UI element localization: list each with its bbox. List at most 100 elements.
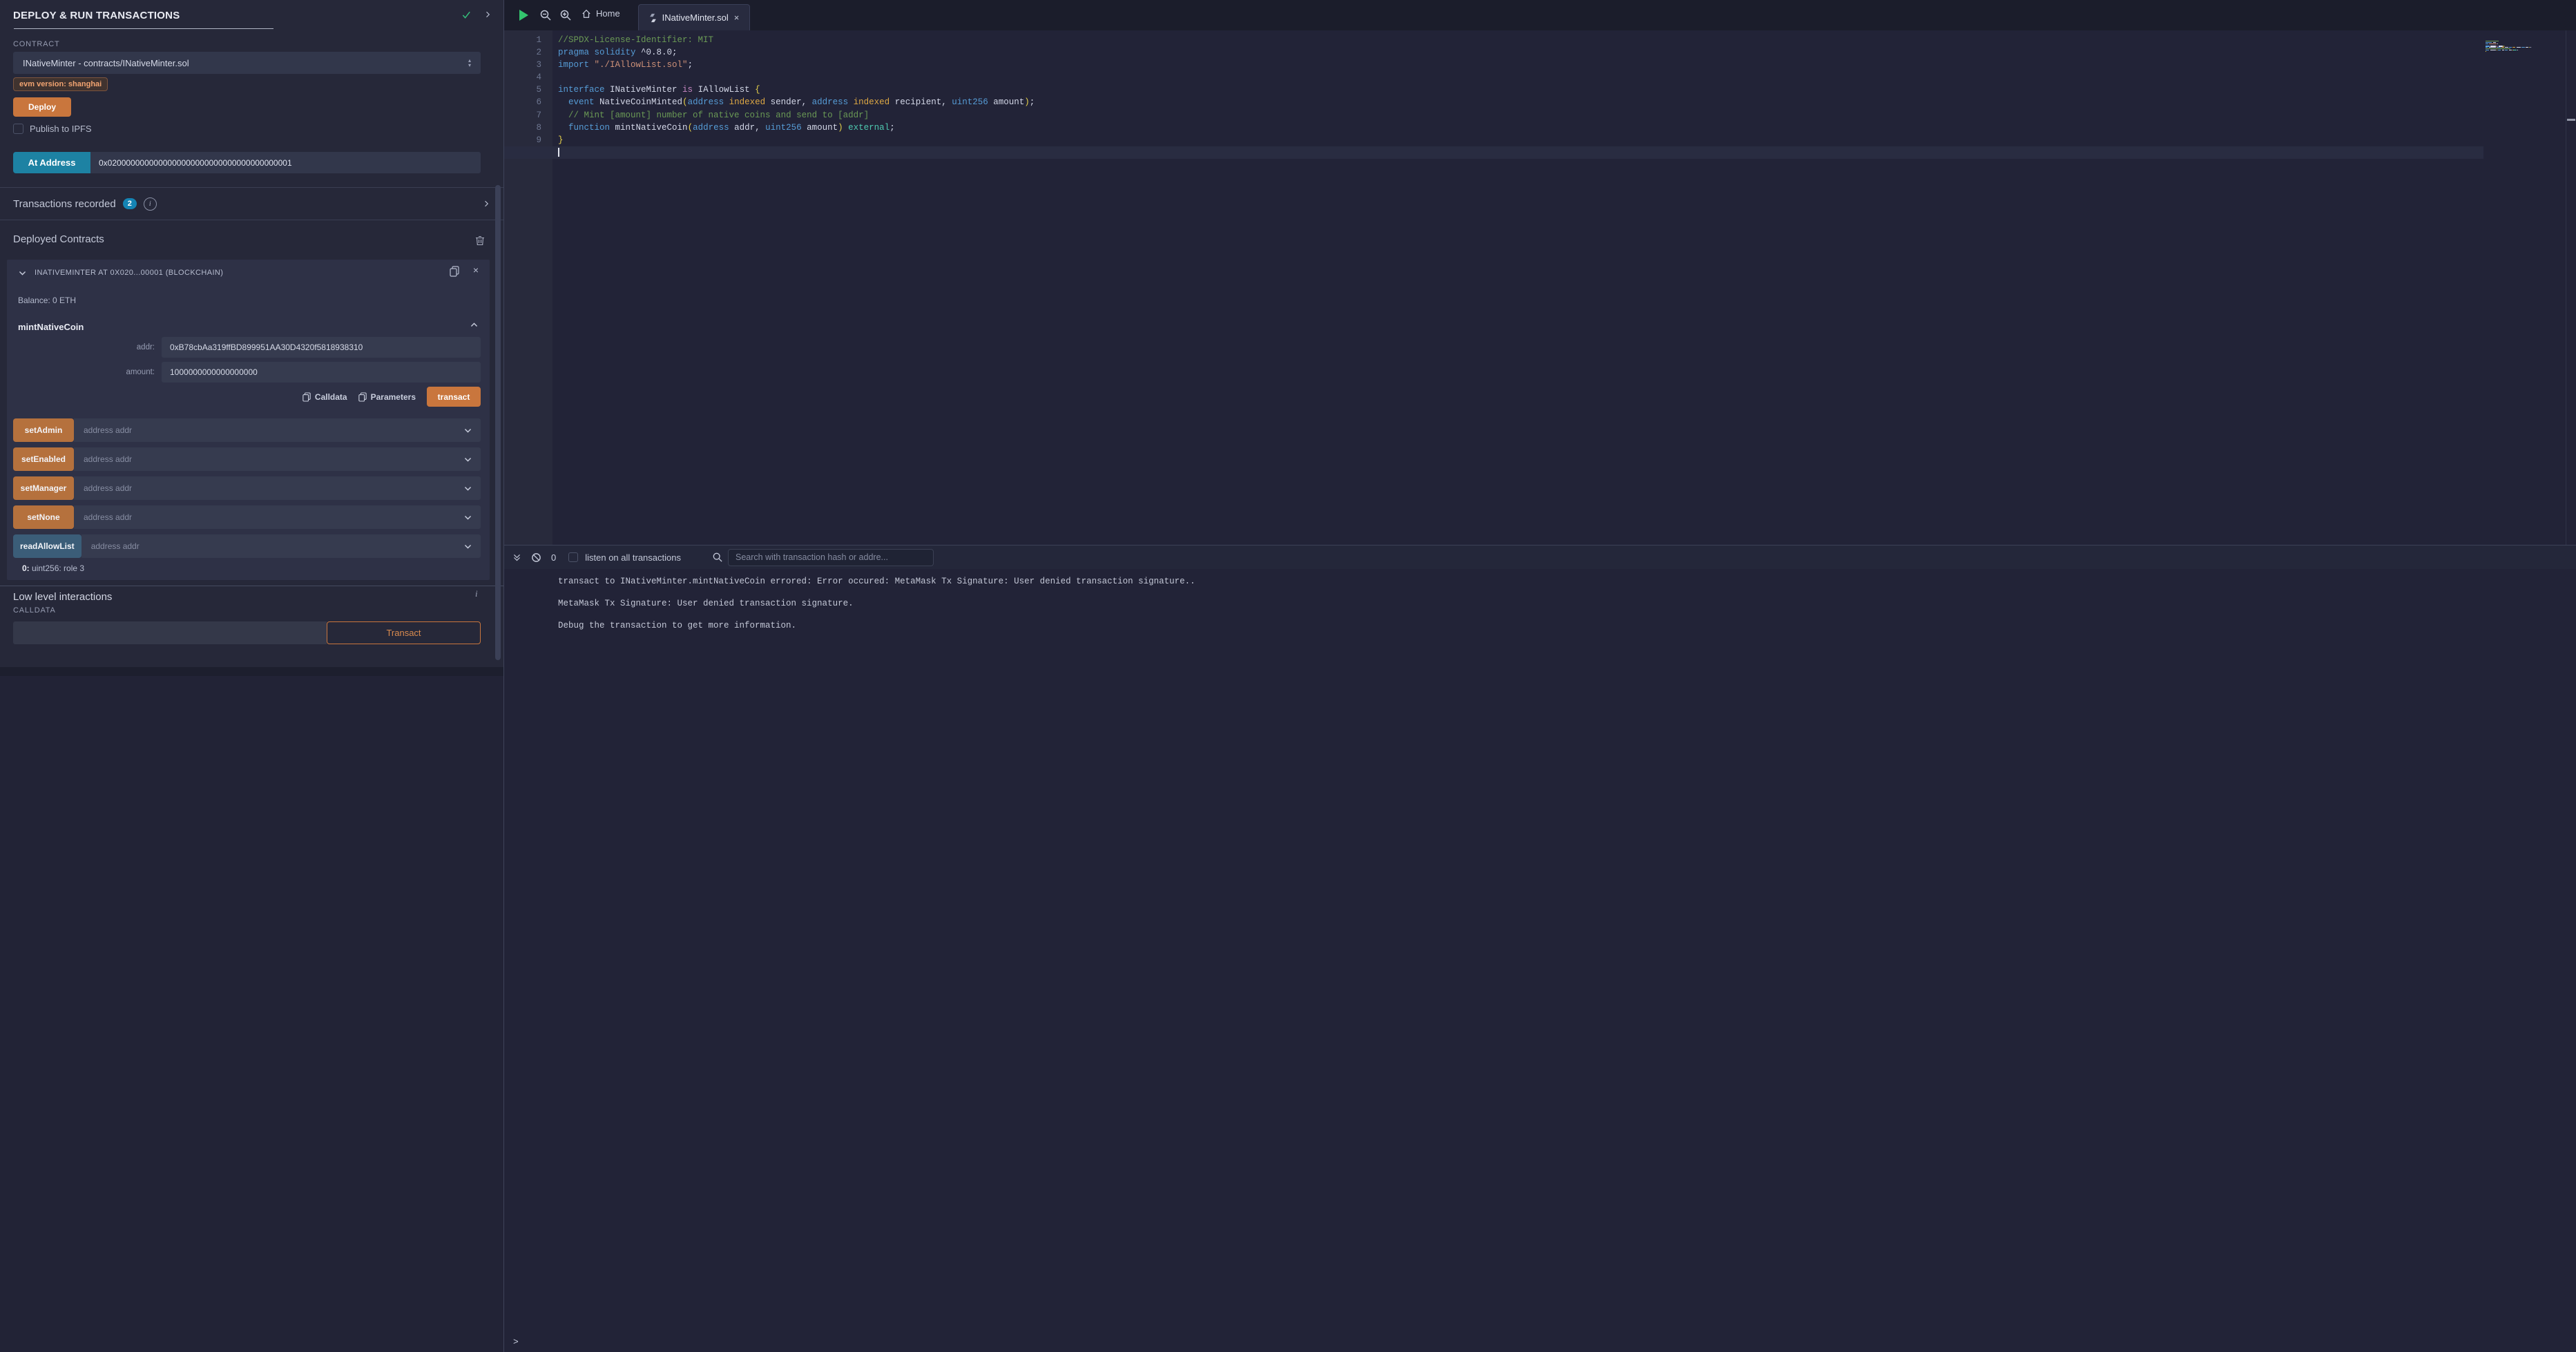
chevron-down-icon[interactable]	[463, 455, 472, 464]
transactions-recorded-section: Transactions recorded 2 i	[0, 187, 503, 220]
code-line-1: //SPDX-License-Identifier: MIT	[504, 34, 2483, 46]
panel-scrollbar[interactable]	[495, 185, 501, 660]
instance-balance: Balance: 0 ETH	[18, 296, 76, 305]
readAllowList-button[interactable]: readAllowList	[13, 534, 81, 558]
transactions-expand-chevron-icon[interactable]	[482, 200, 490, 208]
parameters-copy-button[interactable]: Parameters	[358, 392, 416, 402]
instance-collapse-chevron-icon[interactable]	[18, 269, 27, 278]
deploy-button[interactable]: Deploy	[13, 97, 71, 117]
function-row-setAdmin: setAdmin address addr	[13, 418, 481, 442]
copy-icon[interactable]	[450, 266, 459, 277]
transactions-count-badge: 2	[123, 198, 137, 209]
editor-region: Home INativeMinter.sol × 12345678910 //S…	[503, 0, 2576, 1352]
at-address-button[interactable]: At Address	[13, 152, 90, 173]
low-level-transact-button[interactable]: Transact	[327, 621, 481, 644]
trash-icon[interactable]	[475, 235, 485, 246]
collapse-terminal-icon[interactable]	[512, 553, 521, 562]
search-icon	[713, 552, 722, 562]
editor-topbar: Home INativeMinter.sol ×	[504, 0, 2576, 30]
evm-version-badge: evm version: shanghai	[13, 77, 108, 91]
publish-ipfs-checkbox[interactable]	[13, 124, 23, 134]
select-arrows-icon: ▴▾	[468, 58, 471, 68]
code-lines: //SPDX-License-Identifier: MITpragma sol…	[504, 30, 2483, 159]
setAdmin-args-input[interactable]: address addr	[74, 418, 481, 442]
code-line-6: event NativeCoinMinted(address indexed s…	[504, 96, 2483, 108]
clear-console-icon[interactable]	[531, 552, 541, 563]
args-placeholder: address addr	[84, 454, 132, 464]
zoom-in-icon[interactable]	[560, 10, 571, 21]
terminal-line: Debug the transaction to get more inform…	[558, 621, 2562, 631]
param-input-amount[interactable]	[162, 362, 481, 383]
setEnabled-args-input[interactable]: address addr	[74, 447, 481, 471]
low-level-title: Low level interactions	[13, 591, 112, 603]
instance-title: INATIVEMINTER AT 0X020...00001 (BLOCKCHA…	[35, 269, 223, 277]
param-input-addr[interactable]	[162, 337, 481, 358]
code-line-9: }	[504, 134, 2483, 146]
code-editor[interactable]: 12345678910 //SPDX-License-Identifier: M…	[504, 30, 2576, 545]
at-address-input[interactable]	[90, 152, 481, 173]
setManager-args-input[interactable]: address addr	[74, 476, 481, 500]
terminal-header: 0 listen on all transactions	[504, 545, 2576, 569]
terminal-line: transact to INativeMinter.mintNativeCoin…	[558, 577, 2562, 587]
deploy-run-panel: DEPLOY & RUN TRANSACTIONS CONTRACT INati…	[0, 0, 503, 676]
function-output: 0: uint256: role 3	[22, 563, 84, 573]
args-placeholder: address addr	[84, 425, 132, 435]
listen-all-label: listen on all transactions	[585, 552, 681, 563]
chevron-down-icon[interactable]	[463, 513, 472, 522]
deployed-contracts-title: Deployed Contracts	[13, 233, 104, 245]
tab-close-icon[interactable]: ×	[734, 12, 740, 23]
code-line-8: function mintNativeCoin(address addr, ui…	[504, 122, 2483, 134]
function-collapse-chevron-icon[interactable]	[470, 320, 479, 329]
info-icon: i	[144, 197, 157, 211]
title-underline	[14, 28, 273, 29]
setNone-button[interactable]: setNone	[13, 505, 74, 529]
run-script-icon[interactable]	[519, 10, 528, 21]
code-line-3: import "./IAllowList.sol";	[504, 59, 2483, 71]
chevron-down-icon[interactable]	[463, 542, 472, 551]
tab-file-label: INativeMinter.sol	[662, 12, 729, 23]
zoom-out-icon[interactable]	[540, 10, 551, 21]
function-row-readAllowList: readAllowListaddress addr	[13, 534, 481, 558]
check-icon	[461, 10, 472, 20]
tab-file[interactable]: INativeMinter.sol ×	[638, 4, 750, 30]
panel-expand-chevron-icon[interactable]	[483, 10, 492, 19]
instance-close-icon[interactable]: ×	[473, 264, 479, 276]
code-line-5: interface INativeMinter is IAllowList {	[504, 84, 2483, 96]
minimap[interactable]	[2485, 32, 2565, 46]
args-placeholder: address addr	[84, 483, 132, 493]
chevron-down-icon[interactable]	[463, 484, 472, 493]
readAllowList-args-input[interactable]: address addr	[81, 534, 481, 558]
setEnabled-button[interactable]: setEnabled	[13, 447, 74, 471]
chevron-down-icon[interactable]	[463, 426, 472, 435]
calldata-input[interactable]	[13, 621, 327, 644]
code-line-10	[504, 146, 2483, 159]
pending-count: 0	[551, 552, 556, 563]
listen-all-checkbox[interactable]	[568, 552, 578, 562]
panel-title: DEPLOY & RUN TRANSACTIONS	[13, 10, 180, 21]
transactions-recorded-label: Transactions recorded	[13, 198, 116, 210]
setAdmin-button[interactable]: setAdmin	[13, 418, 74, 442]
deployed-instance-card: INATIVEMINTER AT 0X020...00001 (BLOCKCHA…	[7, 260, 490, 580]
args-placeholder: address addr	[84, 512, 132, 522]
contract-select-value: INativeMinter - contracts/INativeMinter.…	[23, 58, 189, 68]
overview-ruler[interactable]	[2566, 30, 2576, 545]
terminal-prompt[interactable]: >	[513, 1337, 519, 1347]
terminal-body[interactable]: transact to INativeMinter.mintNativeCoin…	[504, 569, 2576, 1352]
tab-home[interactable]: Home	[581, 8, 620, 19]
terminal-line: MetaMask Tx Signature: User denied trans…	[558, 599, 2562, 609]
code-line-7: // Mint [amount] number of native coins …	[504, 109, 2483, 122]
param-label: amount:	[7, 368, 162, 376]
contract-select[interactable]: INativeMinter - contracts/INativeMinter.…	[13, 52, 481, 74]
calldata-label: CALLDATA	[13, 606, 56, 615]
code-line-2: pragma solidity ^0.8.0;	[504, 46, 2483, 59]
setManager-button[interactable]: setManager	[13, 476, 74, 500]
ruler-cursor-mark	[2567, 119, 2575, 121]
function-row-setManager: setManager address addr	[13, 476, 481, 500]
setNone-args-input[interactable]: address addr	[74, 505, 481, 529]
calldata-copy-button[interactable]: Calldata	[302, 392, 347, 402]
terminal-log: transact to INativeMinter.mintNativeCoin…	[504, 569, 2576, 631]
terminal-search-input[interactable]	[728, 549, 934, 566]
transact-button[interactable]: transact	[427, 387, 481, 407]
code-line-4	[504, 71, 2483, 84]
panel-bottom-strip	[0, 667, 503, 676]
